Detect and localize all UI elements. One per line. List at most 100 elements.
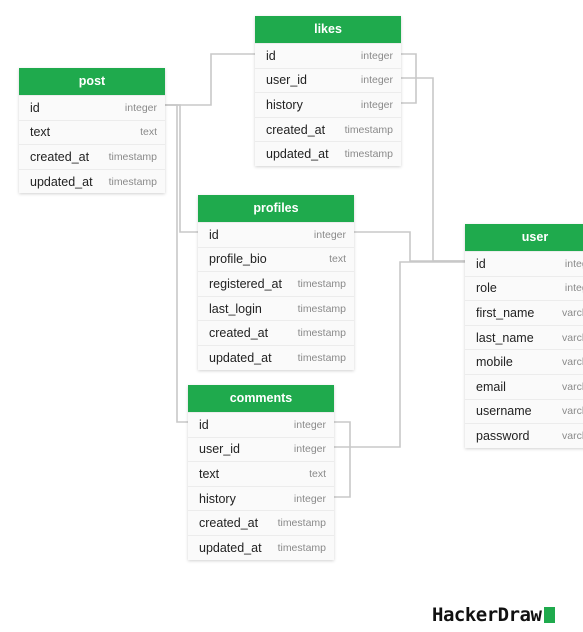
profiles-field-row[interactable]: registered_at timestamp [198,271,354,296]
er-diagram-canvas: post id integer text text created_at timestam… [0,0,583,632]
user-field-row[interactable]: mobile varchar [465,349,583,374]
user-field-row[interactable]: email varchar [465,373,583,399]
user-field-row[interactable]: role integer [465,275,583,301]
field-type: integer [313,228,346,241]
comments-field-row[interactable]: updated_at timestamp [188,534,334,560]
field-type: integer [360,74,393,87]
field-name: updated_at [199,540,262,555]
field-type: varchar [561,306,583,319]
table-profiles-header[interactable]: profiles [198,195,354,222]
post-field-row[interactable]: created_at timestamp [19,144,165,169]
hackerdraw-logo: HackerDraw [432,604,556,626]
field-type: text [329,253,346,266]
profiles-field-row[interactable]: profile_bio text [198,246,354,272]
user-field-row[interactable]: password varchar [465,423,583,448]
field-type: integer [293,418,326,431]
user-field-row[interactable]: username varchar [465,398,583,424]
field-type: timestamp [297,302,346,315]
field-name: created_at [199,516,259,531]
link-comments-id-history[interactable] [334,421,351,498]
field-name: mobile [476,355,513,370]
link-post-profiles[interactable] [165,104,198,233]
field-type: timestamp [277,541,326,554]
comments-field-row[interactable]: text text [188,461,334,486]
field-name: updated_at [209,350,272,365]
profiles-field-row[interactable]: created_at timestamp [198,320,354,345]
field-type: integer [124,101,157,114]
profiles-field-row[interactable]: updated_at timestamp [198,344,354,370]
field-type: integer [360,49,393,62]
comments-field-row[interactable]: created_at timestamp [188,510,334,535]
table-user-header[interactable]: user [465,224,583,251]
likes-field-row[interactable]: user_id integer [255,67,401,93]
field-type: integer [293,492,326,505]
field-type: integer [360,98,393,111]
link-profiles-user[interactable] [354,231,465,262]
field-name: user_id [266,73,307,88]
user-field-row[interactable]: id integer [465,251,583,276]
field-name: profile_bio [209,252,267,267]
profiles-field-row[interactable]: id integer [198,222,354,247]
field-name: registered_at [209,276,282,291]
user-field-row[interactable]: first_name varchar [465,300,583,325]
field-name: last_name [476,330,534,345]
user-field-row[interactable]: last_name varchar [465,324,583,350]
comments-field-row[interactable]: id integer [188,412,334,437]
field-type: varchar [561,429,583,442]
field-name: first_name [476,305,535,320]
table-likes-header[interactable]: likes [255,16,401,43]
field-name: updated_at [30,174,93,189]
field-name: created_at [30,149,90,164]
field-name: created_at [266,122,326,137]
field-name: id [476,256,486,271]
field-type: integer [293,443,326,456]
field-name: id [266,48,276,63]
field-name: history [199,491,236,506]
field-name: role [476,281,497,296]
field-name: text [199,466,220,481]
field-type: text [309,467,326,480]
link-post-likes[interactable] [165,53,255,106]
field-type: varchar [561,405,583,418]
field-name: id [209,227,219,242]
table-comments-header[interactable]: comments [188,385,334,412]
field-type: varchar [561,356,583,369]
field-name: username [476,404,532,419]
comments-field-row[interactable]: user_id integer [188,436,334,462]
field-name: history [266,97,303,112]
table-profiles[interactable]: profiles id integer profile_bio text registe… [198,195,354,370]
field-name: updated_at [266,147,329,162]
table-user[interactable]: user idintegerroleintegerfirst_namevarch… [465,224,583,448]
brand-text: HackerDraw [432,604,542,626]
field-name: email [476,379,506,394]
likes-field-row[interactable]: history integer [255,92,401,117]
likes-field-row[interactable]: created_at timestamp [255,116,401,142]
brand-mark-icon [544,607,556,623]
field-name: last_login [209,301,262,316]
comments-field-row[interactable]: history integer [188,485,334,511]
field-type: timestamp [277,517,326,530]
likes-field-row[interactable]: id integer [255,43,401,68]
field-type: timestamp [297,351,346,364]
profiles-field-row[interactable]: last_login timestamp [198,295,354,321]
field-type: timestamp [344,148,393,161]
field-type: timestamp [297,327,346,340]
field-type: timestamp [297,277,346,290]
table-comments[interactable]: comments id integer user_id integer text text… [188,385,334,560]
field-name: id [30,100,40,115]
field-type: integer [564,257,583,270]
table-post-header[interactable]: post [19,68,165,95]
field-type: timestamp [108,175,157,188]
field-type: timestamp [108,150,157,163]
table-likes[interactable]: likes id integer user_id integer history inte… [255,16,401,166]
post-field-row[interactable]: id integer [19,95,165,120]
link-post-comments[interactable] [165,104,188,423]
likes-field-row[interactable]: updated_at timestamp [255,141,401,166]
table-post[interactable]: post id integer text text created_at timestam… [19,68,165,194]
post-field-row[interactable]: text text [19,119,165,145]
field-type: varchar [561,380,583,393]
field-name: text [30,125,51,140]
post-field-row[interactable]: updated_at timestamp [19,168,165,194]
field-type: varchar [561,331,583,344]
field-name: created_at [209,326,269,341]
